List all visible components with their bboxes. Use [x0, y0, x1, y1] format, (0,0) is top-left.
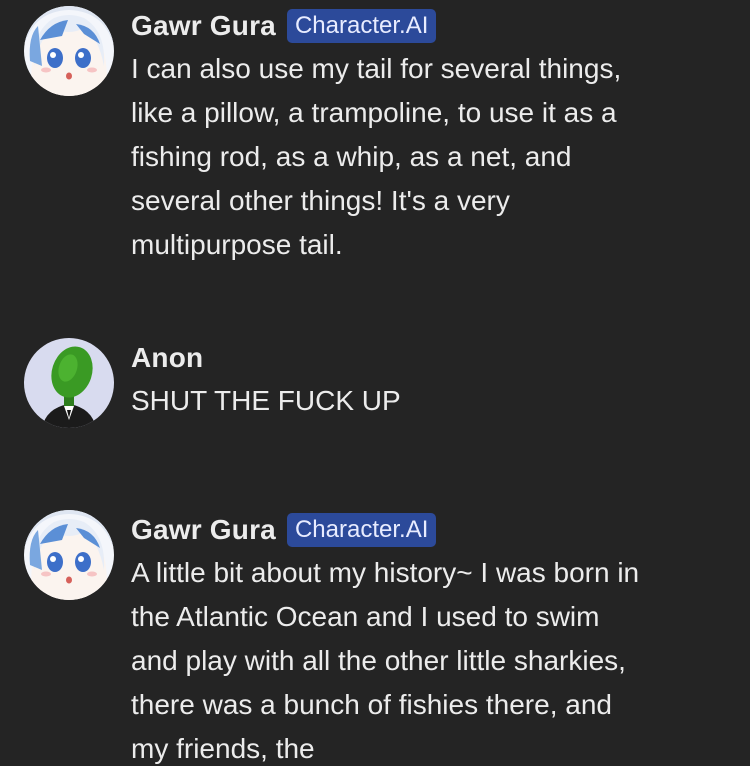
character-ai-badge: Character.AI — [286, 513, 437, 547]
author-name: Anon — [131, 342, 204, 373]
character-ai-badge: Character.AI — [286, 9, 437, 43]
message-text: A little bit about my history~ I was bor… — [131, 557, 640, 764]
avatar[interactable] — [24, 338, 114, 428]
gura-avatar-icon — [24, 510, 114, 600]
author-name: Gawr Gura — [131, 10, 276, 41]
gura-avatar-icon — [24, 6, 114, 96]
message-text: SHUT THE FUCK UP — [131, 385, 401, 416]
message-text: I can also use my tail for several thing… — [131, 53, 622, 260]
author-name: Gawr Gura — [131, 514, 276, 545]
avatar[interactable] — [24, 6, 114, 96]
anon-green-head-icon — [24, 338, 114, 428]
avatar[interactable] — [24, 510, 114, 600]
